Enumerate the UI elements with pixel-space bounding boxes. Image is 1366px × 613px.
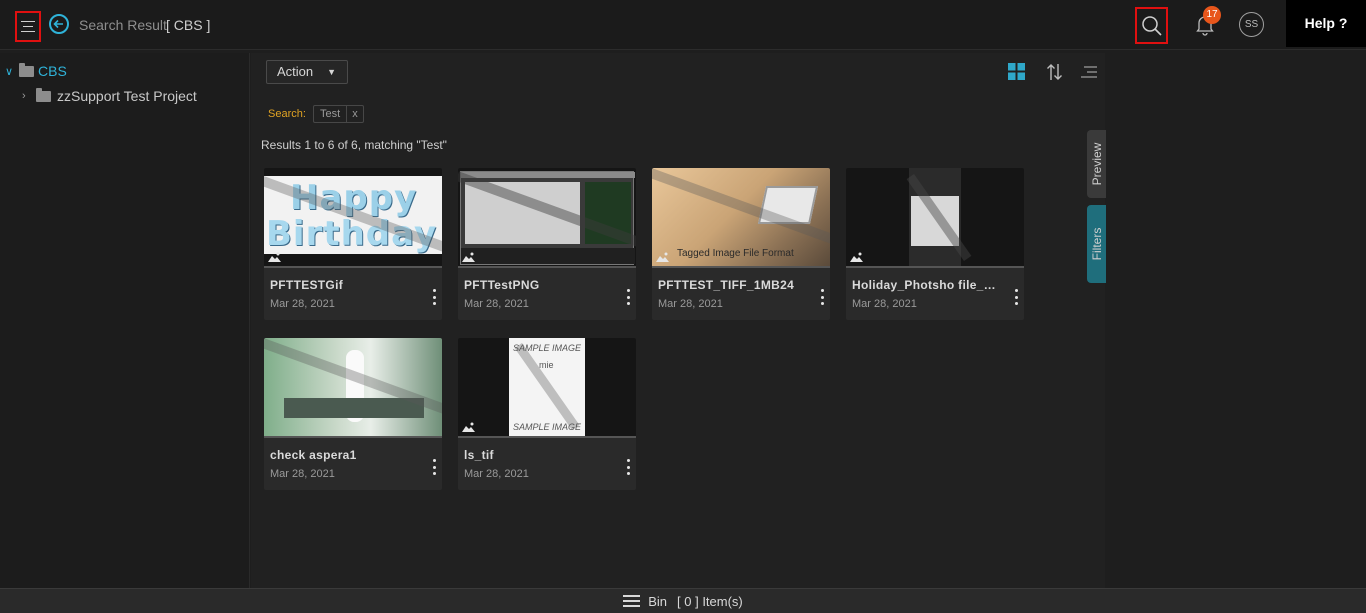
avatar[interactable]: SS bbox=[1239, 12, 1264, 37]
asset-date: Mar 28, 2021 bbox=[658, 298, 723, 310]
folder-icon bbox=[36, 87, 51, 102]
bin-count: [ 0 ] Item(s) bbox=[677, 593, 743, 609]
search-filter-label: Search: bbox=[268, 108, 306, 120]
office-photo-image bbox=[264, 338, 442, 436]
asset-date: Mar 28, 2021 bbox=[464, 298, 529, 310]
sample-image: SAMPLE IMAGE mie SAMPLE IMAGE bbox=[509, 338, 585, 436]
more-options-icon[interactable] bbox=[819, 289, 825, 305]
image-type-icon bbox=[656, 252, 669, 262]
thumb-text: mie bbox=[539, 360, 554, 370]
asset-title: PFTTESTGif bbox=[270, 278, 343, 292]
asset-thumbnail: Tagged Image File Format bbox=[652, 168, 830, 266]
folder-tree-panel: ∨ CBS › zzSupport Test Project bbox=[0, 53, 250, 588]
more-options-icon[interactable] bbox=[625, 459, 631, 475]
tab-filters[interactable]: Filters bbox=[1087, 205, 1106, 283]
tab-label: Preview bbox=[1089, 142, 1104, 186]
tab-preview[interactable]: Preview bbox=[1087, 130, 1106, 198]
folder-icon bbox=[19, 62, 34, 77]
more-options-icon[interactable] bbox=[431, 289, 437, 305]
thumb-table bbox=[284, 398, 424, 418]
tree-item-root[interactable]: ∨ CBS bbox=[5, 62, 67, 79]
asset-card[interactable]: Tagged Image File Format PFTTEST_TIFF_1M… bbox=[652, 168, 830, 320]
thumb-divider bbox=[652, 266, 830, 268]
search-icon[interactable] bbox=[1135, 7, 1168, 44]
menu-line bbox=[21, 21, 35, 22]
thumb-titlebar bbox=[461, 172, 635, 178]
asset-date: Mar 28, 2021 bbox=[852, 298, 917, 310]
asset-title: check aspera1 bbox=[270, 448, 357, 462]
thumb-divider bbox=[846, 266, 1024, 268]
asset-title: PFTTestPNG bbox=[464, 278, 540, 292]
watermark bbox=[514, 342, 580, 431]
asset-thumbnail bbox=[458, 168, 636, 266]
thumb-divider bbox=[458, 266, 636, 268]
asset-card[interactable]: Happy Birthday PFTTESTGif Mar 28, 2021 bbox=[264, 168, 442, 320]
tree-item-label: zzSupport Test Project bbox=[57, 88, 197, 104]
top-bar: Search Result [ CBS ] 17 SS Help ? bbox=[0, 0, 1366, 50]
menu-line bbox=[23, 26, 33, 27]
asset-date: Mar 28, 2021 bbox=[464, 468, 529, 480]
search-term: Test bbox=[314, 106, 348, 122]
asset-title: Holiday_Photsho file_Te... bbox=[852, 278, 1002, 292]
notification-badge: 17 bbox=[1203, 6, 1221, 24]
asset-thumbnail bbox=[846, 168, 1024, 266]
search-term-chip: Test x bbox=[313, 105, 364, 123]
help-button[interactable]: Help ? bbox=[1286, 0, 1366, 47]
screenshot-image bbox=[458, 171, 636, 265]
sort-icon[interactable] bbox=[1046, 63, 1063, 86]
asset-thumbnail bbox=[264, 338, 442, 436]
list-view-icon[interactable] bbox=[1081, 66, 1097, 84]
menu-line bbox=[21, 31, 35, 32]
more-options-icon[interactable] bbox=[625, 289, 631, 305]
thumb-caption: Tagged Image File Format bbox=[677, 248, 794, 259]
asset-card[interactable]: PFTTestPNG Mar 28, 2021 bbox=[458, 168, 636, 320]
tree-item-child[interactable]: › zzSupport Test Project bbox=[22, 87, 197, 104]
asset-card[interactable]: SAMPLE IMAGE mie SAMPLE IMAGE ls_tif Mar… bbox=[458, 338, 636, 490]
asset-date: Mar 28, 2021 bbox=[270, 468, 335, 480]
page-title: Search Result bbox=[79, 17, 167, 33]
results-count: Results 1 to 6 of 6, matching "Test" bbox=[261, 138, 447, 152]
back-arrow-icon[interactable] bbox=[49, 14, 69, 34]
thumb-divider bbox=[458, 436, 636, 438]
preview-panel bbox=[1106, 53, 1366, 588]
menu-icon[interactable] bbox=[15, 11, 41, 42]
image-type-icon bbox=[268, 252, 281, 262]
image-type-icon bbox=[462, 422, 475, 432]
asset-thumbnail: Happy Birthday bbox=[264, 168, 442, 266]
bin-menu-icon bbox=[623, 595, 641, 607]
caret-down-icon: ▼ bbox=[327, 67, 336, 77]
grid-view-icon[interactable] bbox=[1008, 63, 1025, 85]
tab-label: Filters bbox=[1089, 227, 1104, 261]
laptop-image: Tagged Image File Format bbox=[652, 168, 830, 266]
chevron-down-icon[interactable]: ∨ bbox=[5, 65, 17, 78]
bin-bar[interactable]: Bin [ 0 ] Item(s) bbox=[0, 588, 1366, 613]
tree-item-label: CBS bbox=[38, 63, 67, 79]
asset-title: PFTTEST_TIFF_1MB24 bbox=[658, 278, 795, 292]
chevron-right-icon[interactable]: › bbox=[22, 90, 34, 102]
more-options-icon[interactable] bbox=[431, 459, 437, 475]
action-label: Action bbox=[277, 64, 314, 79]
asset-thumbnail: SAMPLE IMAGE mie SAMPLE IMAGE bbox=[458, 338, 636, 436]
thumb-taskbar bbox=[461, 248, 635, 264]
image-type-icon bbox=[850, 252, 863, 262]
website-image bbox=[906, 168, 972, 266]
asset-card[interactable]: Holiday_Photsho file_Te... Mar 28, 2021 bbox=[846, 168, 1024, 320]
birthday-image: Happy Birthday bbox=[264, 175, 442, 257]
results-area: Action ▼ Search: Test x Results 1 to 6 o… bbox=[251, 53, 1105, 588]
asset-title: ls_tif bbox=[464, 448, 494, 462]
clear-search-button[interactable]: x bbox=[347, 106, 363, 122]
image-type-icon bbox=[462, 252, 475, 262]
action-dropdown[interactable]: Action ▼ bbox=[266, 60, 348, 84]
asset-card[interactable]: check aspera1 Mar 28, 2021 bbox=[264, 338, 442, 490]
thumb-divider bbox=[264, 436, 442, 438]
bin-label: Bin bbox=[648, 593, 668, 609]
more-options-icon[interactable] bbox=[1013, 289, 1019, 305]
search-scope: [ CBS ] bbox=[166, 17, 211, 33]
asset-date: Mar 28, 2021 bbox=[270, 298, 335, 310]
thumb-divider bbox=[264, 266, 442, 268]
